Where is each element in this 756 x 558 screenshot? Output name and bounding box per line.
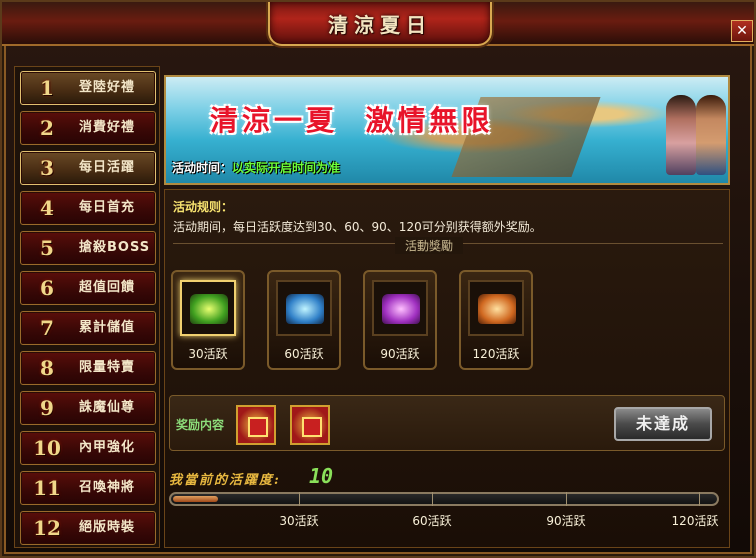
progress-tick-label: 60活跃 <box>412 514 452 528</box>
title-plate: 清涼夏日 <box>268 2 492 46</box>
sidebar-item-number: 1 <box>29 76 65 100</box>
treasure-chest-icon <box>190 294 228 324</box>
sidebar-item-number: 6 <box>29 276 65 300</box>
sidebar-item-label: 超值回饋 <box>79 280 136 295</box>
claim-status-button[interactable]: 未達成 <box>614 407 712 441</box>
sidebar-item-number: 5 <box>29 236 65 260</box>
sidebar-item-11[interactable]: 11 召喚神將 <box>20 471 156 505</box>
sidebar-item-10[interactable]: 10 內甲強化 <box>20 431 156 465</box>
progress-tick <box>566 492 567 506</box>
sidebar-item-label: 每日活躍 <box>79 160 136 175</box>
sidebar-item-number: 9 <box>29 396 65 420</box>
sidebar-item-number: 8 <box>29 356 65 380</box>
sidebar-item-label: 累計儲值 <box>79 320 136 335</box>
progress-tick-label: 30活跃 <box>279 514 319 528</box>
treasure-chest-icon <box>478 294 516 324</box>
activity-value: 10 <box>309 464 334 488</box>
sidebar-item-4[interactable]: 4 每日首充 <box>20 191 156 225</box>
sidebar-item-label: 每日首充 <box>79 200 136 215</box>
event-time-label: 活动时间： <box>172 161 233 175</box>
chest-label: 90活跃 <box>380 347 420 361</box>
progress-tick-label: 90活跃 <box>546 514 586 528</box>
sidebar: 1 登陸好禮 2 消費好禮 3 每日活躍 4 每日首充 5 搶殺BOSS 6 超值回饋 7 累計儲值 8 限量… <box>14 66 160 548</box>
sidebar-item-label: 搶殺BOSS <box>79 240 151 255</box>
sidebar-item-2[interactable]: 2 消費好禮 <box>20 111 156 145</box>
progress-tick <box>699 492 700 506</box>
reward-chest-2[interactable]: 60活跃 <box>267 270 341 370</box>
reward-chest-1[interactable]: 30活跃 <box>171 270 245 370</box>
banner-character-female <box>666 95 696 175</box>
event-banner: 清涼一夏 激情無限 活动时间：以实际开启时间为准 <box>164 75 730 185</box>
chest-frame <box>468 280 524 336</box>
banner-headline: 清涼一夏 激情無限 <box>210 104 494 137</box>
rules-text: 活动期间，每日活跃度达到30、60、90、120可分别获得额外奖励。 <box>173 220 542 234</box>
sidebar-item-number: 11 <box>29 476 65 500</box>
sidebar-item-label: 登陸好禮 <box>79 80 136 95</box>
reward-item-2[interactable] <box>290 405 330 445</box>
sidebar-item-label: 消費好禮 <box>79 120 136 135</box>
progress-tick <box>299 492 300 506</box>
sidebar-item-12[interactable]: 12 絕版時裝 <box>20 511 156 545</box>
sidebar-item-label: 誅魔仙尊 <box>79 400 136 415</box>
sidebar-item-number: 3 <box>29 156 65 180</box>
sidebar-item-label: 內甲強化 <box>79 440 136 455</box>
chest-label: 120活跃 <box>472 347 520 361</box>
sidebar-item-number: 10 <box>29 436 65 460</box>
progress-tick-label: 120活跃 <box>671 514 719 528</box>
sidebar-item-label: 限量特賣 <box>79 360 136 375</box>
treasure-chest-icon <box>286 294 324 324</box>
reward-section-label: 活動獎勵 <box>395 237 464 254</box>
sidebar-item-6[interactable]: 6 超值回饋 <box>20 271 156 305</box>
activity-progress-bar <box>169 492 719 506</box>
sidebar-item-number: 12 <box>29 516 65 540</box>
rules-panel: 活动规则： 活动期间，每日活跃度达到30、60、90、120可分别获得额外奖励。… <box>164 189 730 548</box>
event-window: 清涼夏日 ✕ 1 登陸好禮 2 消費好禮 3 每日活躍 4 每日首充 5 搶殺BOSS 6 超值回饋 7… <box>0 0 756 558</box>
activity-label: 我當前的活躍度: <box>169 473 281 488</box>
sidebar-item-3[interactable]: 3 每日活躍 <box>20 151 156 185</box>
chest-label: 60活跃 <box>284 347 324 361</box>
chest-frame <box>372 280 428 336</box>
chest-frame <box>180 280 236 336</box>
close-button[interactable]: ✕ <box>731 20 753 42</box>
sidebar-item-8[interactable]: 8 限量特賣 <box>20 351 156 385</box>
reward-item-1[interactable] <box>236 405 276 445</box>
chest-frame <box>276 280 332 336</box>
window-title: 清涼夏日 <box>328 12 432 37</box>
rules-title: 活动规则： <box>173 200 234 214</box>
event-time: 活动时间：以实际开启时间为准 <box>172 159 340 176</box>
chest-label: 30活跃 <box>188 347 228 361</box>
sidebar-item-number: 7 <box>29 316 65 340</box>
progress-tick <box>432 492 433 506</box>
reward-chest-4[interactable]: 120活跃 <box>459 270 533 370</box>
close-icon: ✕ <box>736 23 748 39</box>
sidebar-item-9[interactable]: 9 誅魔仙尊 <box>20 391 156 425</box>
reward-label: 奖励内容 <box>176 418 225 432</box>
sidebar-item-7[interactable]: 7 累計儲值 <box>20 311 156 345</box>
banner-character-male <box>696 95 726 175</box>
sidebar-item-number: 2 <box>29 116 65 140</box>
sidebar-item-number: 4 <box>29 196 65 220</box>
treasure-chest-icon <box>382 294 420 324</box>
sidebar-item-1[interactable]: 1 登陸好禮 <box>20 71 156 105</box>
sidebar-item-label: 絕版時裝 <box>79 520 136 535</box>
event-time-value: 以实际开启时间为准 <box>232 161 341 175</box>
reward-row: 奖励内容 未達成 <box>169 395 725 451</box>
reward-chest-3[interactable]: 90活跃 <box>363 270 437 370</box>
sidebar-item-label: 召喚神將 <box>79 480 136 495</box>
sidebar-item-5[interactable]: 5 搶殺BOSS <box>20 231 156 265</box>
activity-progress-fill <box>173 496 218 502</box>
